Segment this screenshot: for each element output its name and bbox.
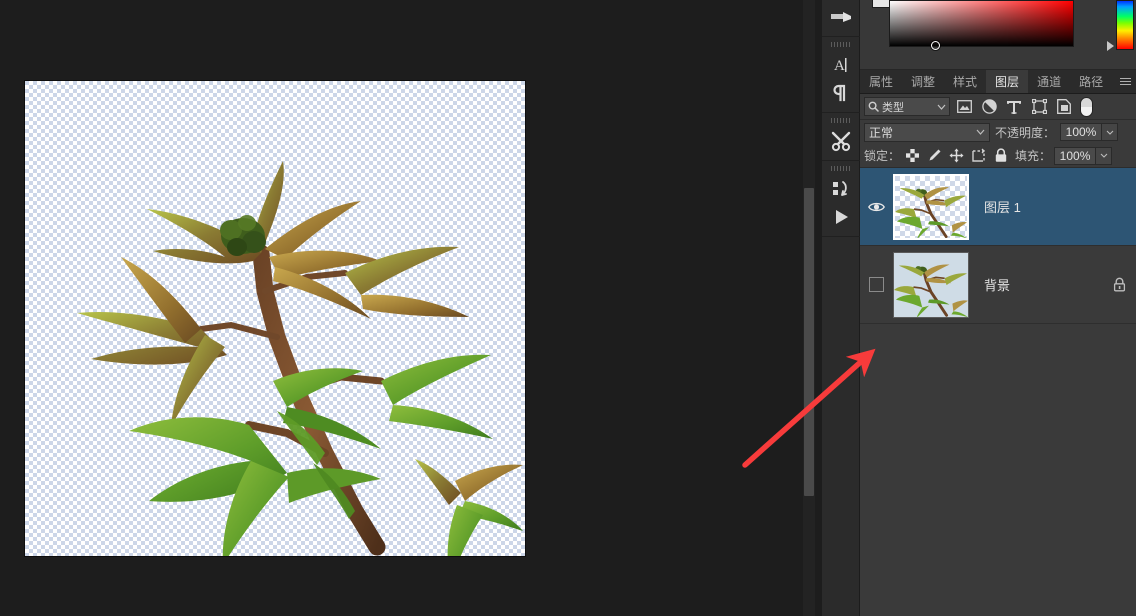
filter-type-icon[interactable] (1003, 97, 1025, 117)
eye-off-icon (868, 277, 884, 292)
opacity-input[interactable]: 100% (1060, 123, 1103, 141)
panel-menu-icon[interactable] (1120, 74, 1134, 88)
layer-filter-row: 类型 (860, 94, 1136, 120)
layer-lock-row: 锁定： 填充： 100% (860, 144, 1136, 168)
layer-visibility-toggle[interactable] (860, 168, 892, 245)
play-action-icon[interactable] (826, 203, 856, 231)
lock-label: 锁定： (864, 149, 901, 163)
fill-label: 填充： (1015, 149, 1052, 163)
layer-lock-indicator[interactable] (1102, 277, 1136, 292)
tab-properties[interactable]: 属性 (860, 70, 902, 93)
lock-position-icon[interactable] (947, 146, 966, 165)
hue-slider[interactable] (1116, 0, 1134, 50)
filter-type-label: 类型 (882, 101, 904, 114)
color-saturation-value-field[interactable] (889, 0, 1074, 50)
filter-adjustment-icon[interactable] (978, 97, 1000, 117)
dock-grip[interactable] (830, 118, 851, 123)
dock-grip[interactable] (830, 166, 851, 171)
canvas-scrollbar-thumb[interactable] (804, 188, 814, 496)
blend-mode-row: 正常 不透明度： 100% (860, 120, 1136, 144)
actions-panel-icon[interactable] (826, 175, 856, 203)
dock-group-gradient (821, 0, 860, 37)
blend-mode-value: 正常 (869, 125, 894, 140)
fill-input[interactable]: 100% (1054, 146, 1097, 165)
filter-smart-object-icon[interactable] (1053, 97, 1075, 117)
tab-adjustments[interactable]: 调整 (902, 70, 944, 93)
layer-thumbnail-cell[interactable] (892, 173, 970, 241)
eye-icon (867, 202, 885, 211)
color-field-cursor[interactable] (931, 41, 940, 50)
layer-thumbnail (893, 173, 969, 240)
tab-layers[interactable]: 图层 (986, 70, 1029, 93)
photoshop-window: A 属性 调整 样式 图层 通道 路径 类型 正常 不透明度： 100% 锁定：… (0, 0, 1136, 616)
filter-pixel-icon[interactable] (953, 97, 975, 117)
right-panel-column: 属性 调整 样式 图层 通道 路径 类型 正常 不透明度： 100% 锁定： 填… (860, 0, 1136, 616)
tool-preset-icon[interactable] (826, 127, 856, 155)
search-icon (868, 101, 879, 112)
svg-text:A: A (834, 58, 845, 74)
layer-name[interactable]: 背景 (970, 275, 1102, 294)
thumbnail-artwork (894, 263, 968, 317)
table-row[interactable]: 背景 (860, 246, 1136, 324)
canvas-area[interactable] (0, 0, 822, 616)
opacity-dropdown-arrow[interactable] (1102, 123, 1119, 141)
thumbnail-artwork (895, 186, 967, 238)
layer-thumbnail (893, 251, 969, 318)
tab-channels[interactable]: 通道 (1028, 70, 1070, 93)
collapsed-panel-dock: A (821, 0, 860, 616)
lock-image-pixels-icon[interactable] (925, 146, 944, 165)
lock-all-icon[interactable] (991, 146, 1010, 165)
canvas-vertical-scrollbar[interactable] (803, 0, 815, 616)
chevron-down-icon (937, 104, 946, 110)
dock-grip[interactable] (830, 42, 851, 47)
paragraph-panel-icon[interactable] (826, 79, 856, 107)
layer-visibility-toggle[interactable] (860, 246, 892, 323)
layers-panel: 类型 正常 不透明度： 100% 锁定： 填充： 100% 图层 1 背景 (860, 94, 1136, 616)
opacity-label: 不透明度： (995, 125, 1056, 140)
lock-icon (1113, 277, 1125, 292)
layer-thumbnail-cell[interactable] (892, 251, 970, 319)
dock-group-tools (821, 113, 860, 161)
layer-artwork-branch (77, 161, 523, 556)
character-panel-icon[interactable]: A (826, 51, 856, 79)
hue-slider-marker[interactable] (1107, 41, 1114, 51)
fill-dropdown-arrow[interactable] (1096, 146, 1113, 165)
lock-transparent-pixels-icon[interactable] (903, 146, 922, 165)
tab-styles[interactable]: 样式 (944, 70, 986, 93)
tab-paths[interactable]: 路径 (1070, 70, 1112, 93)
gradient-preset-icon[interactable] (826, 3, 856, 31)
dock-group-actions (821, 161, 860, 237)
filter-shape-icon[interactable] (1028, 97, 1050, 117)
blend-mode-select[interactable]: 正常 (864, 122, 990, 142)
dock-group-type: A (821, 37, 860, 113)
table-row[interactable]: 图层 1 (860, 168, 1136, 246)
document-canvas[interactable] (25, 81, 525, 556)
panel-tab-bar: 属性 调整 样式 图层 通道 路径 (860, 70, 1136, 94)
layer-list: 图层 1 背景 (860, 168, 1136, 324)
lock-artboard-icon[interactable] (969, 146, 988, 165)
layer-filter-type-select[interactable]: 类型 (864, 97, 950, 116)
filter-enable-toggle[interactable] (1080, 96, 1093, 117)
chevron-down-icon (976, 129, 985, 135)
layer-name[interactable]: 图层 1 (970, 197, 1102, 216)
color-panel[interactable] (860, 0, 1136, 70)
